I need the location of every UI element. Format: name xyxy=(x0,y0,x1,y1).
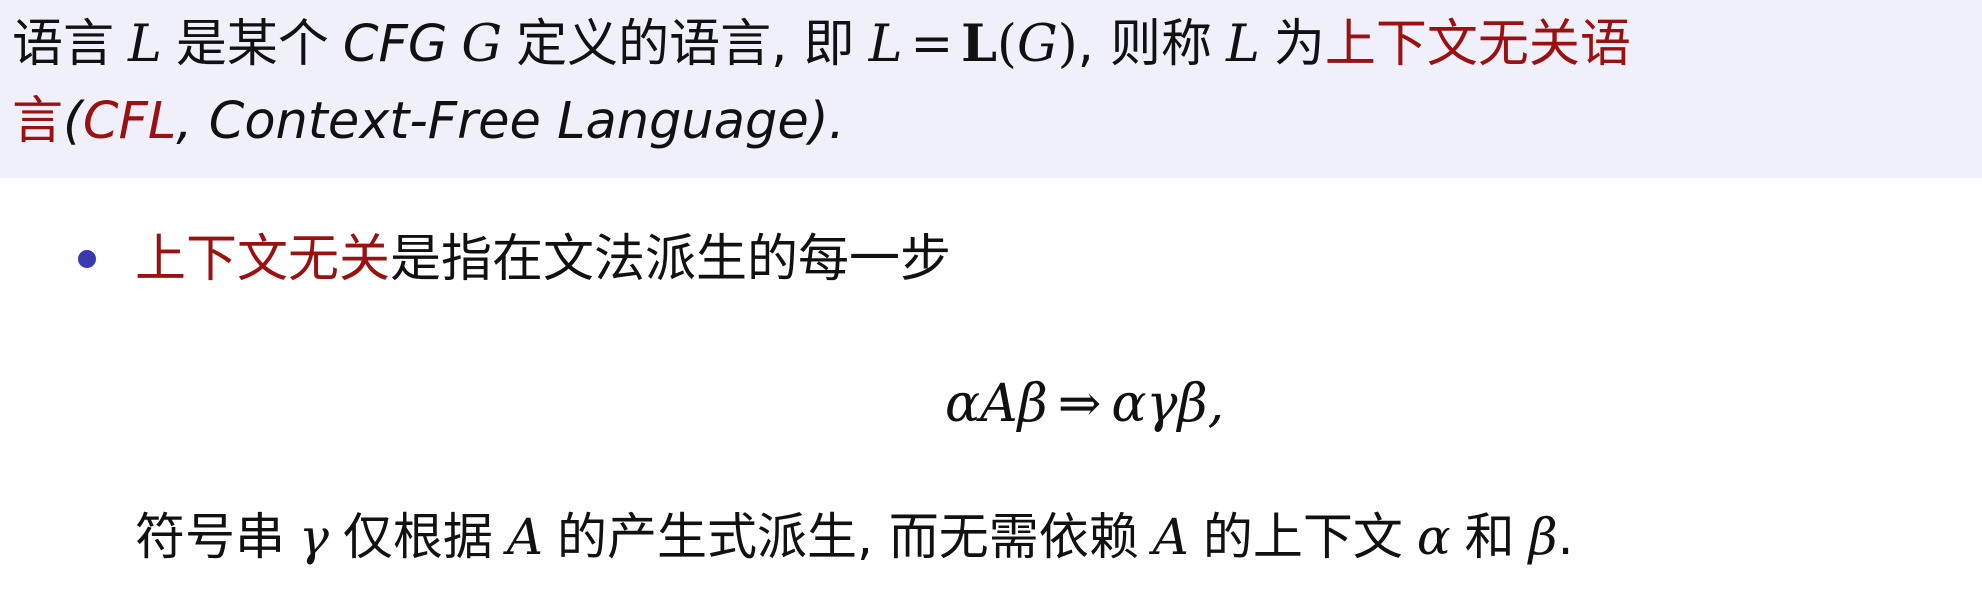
math-var-L: L xyxy=(128,15,162,74)
math-var-G: G xyxy=(1016,15,1058,74)
explanation-text: 和 xyxy=(1464,508,1515,566)
bullet-icon xyxy=(78,250,96,268)
math-var-beta: β xyxy=(1528,508,1558,566)
definition-text: 为 xyxy=(1273,15,1325,74)
math-var-L: L xyxy=(868,15,903,74)
paren: ) xyxy=(1057,15,1078,74)
formula-rhs: αγβ, xyxy=(1111,374,1225,434)
cfg-abbr: CFG xyxy=(342,15,448,74)
explanation-text: . xyxy=(1557,508,1574,566)
explanation-text: 的上下文 xyxy=(1202,508,1403,566)
math-var-L: L xyxy=(1226,15,1260,74)
definition-line-1: 语言 L 是某个 CFG G 定义的语言, 即 L = L(G), 则称 L 为上下文无关语 xyxy=(12,12,1631,77)
language-operator-L: L xyxy=(961,14,998,74)
math-var-alpha: α xyxy=(1416,508,1451,566)
bullet-text: 是指在文法派生的每一步 xyxy=(390,230,952,289)
bullet-item: 上下文无关是指在文法派生的每一步 xyxy=(135,228,951,292)
equals-sign: = xyxy=(910,15,954,74)
math-var-A: A xyxy=(1152,508,1189,566)
definition-text: , 则称 xyxy=(1077,15,1213,74)
definition-text: 是某个 xyxy=(175,15,329,74)
paren: ( xyxy=(997,15,1017,74)
math-var-A: A xyxy=(506,508,543,566)
cfl-abbr: CFL xyxy=(82,92,177,151)
definition-text: 定义的语言, 即 xyxy=(516,15,855,74)
definition-line-2: 言(CFL, Context-Free Language). xyxy=(12,90,845,154)
bullet-highlight: 上下文无关 xyxy=(135,230,391,289)
explanation-text: 符号串 xyxy=(135,508,285,566)
explanation-text: 的产生式派生, 而无需依赖 xyxy=(557,508,1139,566)
formula-lhs: αAβ xyxy=(945,374,1048,434)
definition-text: 语言 xyxy=(12,15,115,74)
explanation-text: 仅根据 xyxy=(342,508,493,566)
cfl-term-highlight: 言 xyxy=(12,92,64,151)
math-var-G: G xyxy=(461,15,503,74)
derivation-formula: αAβ ⇒ αγβ, xyxy=(945,372,1224,436)
cfl-term-highlight: 上下文无关语 xyxy=(1324,15,1631,74)
derives-arrow: ⇒ xyxy=(1057,374,1102,434)
paren: ( xyxy=(63,92,83,151)
explanation-line: 符号串 γ 仅根据 A 的产生式派生, 而无需依赖 A 的上下文 α 和 β. xyxy=(135,505,1573,569)
cfl-full-name: , Context-Free Language). xyxy=(176,92,845,151)
math-var-gamma: γ xyxy=(299,508,329,566)
